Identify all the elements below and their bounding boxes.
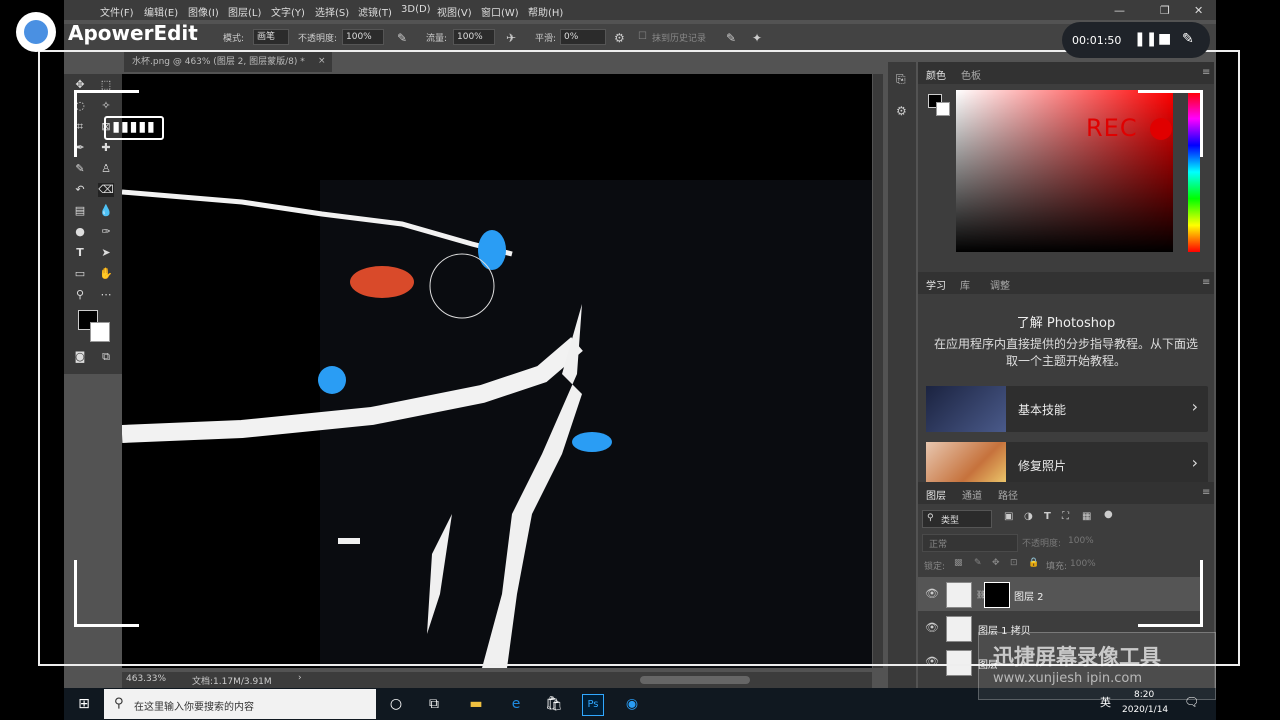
windows-start-icon[interactable]: ⊞ bbox=[74, 694, 94, 714]
pressure-size-icon[interactable]: ✎ bbox=[726, 31, 736, 45]
opacity-label: 不透明度: bbox=[298, 34, 338, 44]
horizontal-scrollbar[interactable] bbox=[640, 676, 750, 684]
menu-type[interactable]: 文字(Y) bbox=[271, 4, 305, 19]
task-view-icon[interactable]: ⧉ bbox=[424, 694, 444, 714]
smoothing-input[interactable]: 0% bbox=[560, 29, 606, 45]
menu-filter[interactable]: 滤镜(T) bbox=[358, 4, 392, 19]
watermark-title: 迅捷屏幕录像工具 bbox=[993, 645, 1161, 669]
taskbar-search-box[interactable]: ⚲ 在这里输入你要搜索的内容 bbox=[104, 689, 376, 719]
menu-file[interactable]: 文件(F) bbox=[100, 4, 134, 19]
status-bar: 463.33% 文档:1.17M/3.91M › bbox=[122, 672, 872, 688]
menu-bar: 文件(F) 编辑(E) 图像(I) 图层(L) 文字(Y) 选择(S) 滤镜(T… bbox=[64, 0, 1216, 20]
gear-icon[interactable]: ⚙ bbox=[614, 31, 625, 45]
capture-corner-bottom-left bbox=[74, 560, 139, 627]
clock-date[interactable]: 2020/1/14 bbox=[1122, 705, 1168, 715]
edge-browser-icon[interactable]: e bbox=[506, 694, 526, 714]
watermark-url: www.xunjiesh ipin.com bbox=[993, 671, 1142, 686]
airbrush-icon[interactable]: ✈ bbox=[506, 31, 516, 45]
flow-input[interactable]: 100% bbox=[453, 29, 495, 45]
status-arrow-icon[interactable]: › bbox=[298, 673, 302, 683]
document-info: 文档:1.17M/3.91M bbox=[192, 677, 272, 687]
apoweredit-watermark: ApowerEdit bbox=[68, 21, 198, 45]
menu-help[interactable]: 帮助(H) bbox=[528, 4, 563, 19]
menu-edit[interactable]: 编辑(E) bbox=[144, 4, 178, 19]
mode-label: 模式: bbox=[223, 34, 245, 44]
recorder-watermark: 迅捷屏幕录像工具 www.xunjiesh ipin.com bbox=[978, 632, 1216, 700]
recorder-control-bar: 00:01:50 ❚❚ ■ ✎ bbox=[1062, 22, 1210, 58]
restore-icon[interactable]: ❐ bbox=[1160, 4, 1170, 17]
search-icon: ⚲ bbox=[114, 696, 124, 711]
screen-recorder-taskbar-icon[interactable]: ◉ bbox=[622, 694, 642, 714]
recording-timer: 00:01:50 bbox=[1072, 34, 1122, 47]
menu-image[interactable]: 图像(I) bbox=[188, 4, 219, 19]
menu-view[interactable]: 视图(V) bbox=[437, 4, 472, 19]
rec-indicator-dot bbox=[1150, 118, 1172, 140]
erase-to-history-label: 抹到历史记录 bbox=[652, 34, 707, 44]
menu-3d[interactable]: 3D(D) bbox=[401, 4, 431, 15]
recording-area-frame bbox=[38, 50, 1240, 666]
rec-label: REC bbox=[1086, 114, 1138, 142]
pressure-opacity-icon[interactable]: ✎ bbox=[397, 31, 407, 45]
battery-icon: ▮▮▮▮▮ bbox=[104, 116, 164, 140]
cortana-icon[interactable]: ○ bbox=[386, 694, 406, 714]
menu-window[interactable]: 窗口(W) bbox=[481, 4, 519, 19]
mode-select[interactable]: 画笔 bbox=[253, 29, 289, 45]
search-placeholder: 在这里输入你要搜索的内容 bbox=[134, 702, 254, 713]
symmetry-icon[interactable]: ✦ bbox=[752, 31, 762, 45]
zoom-level[interactable]: 463.33% bbox=[126, 674, 166, 684]
flow-label: 流量: bbox=[426, 34, 448, 44]
pause-icon[interactable]: ❚❚ bbox=[1134, 31, 1157, 47]
photoshop-taskbar-icon[interactable]: Ps bbox=[582, 694, 604, 716]
smoothing-label: 平滑: bbox=[535, 34, 557, 44]
menu-select[interactable]: 选择(S) bbox=[315, 4, 349, 19]
opacity-input[interactable]: 100% bbox=[342, 29, 384, 45]
close-icon[interactable]: ✕ bbox=[1194, 4, 1203, 17]
apoweredit-logo-icon bbox=[16, 12, 56, 52]
stop-icon[interactable]: ■ bbox=[1158, 31, 1171, 47]
minimize-icon[interactable]: — bbox=[1114, 4, 1125, 17]
menu-layer[interactable]: 图层(L) bbox=[228, 4, 261, 19]
store-icon[interactable]: 🛍 bbox=[544, 694, 564, 714]
file-explorer-icon[interactable]: ▬ bbox=[466, 694, 486, 714]
capture-corner-bottom-right bbox=[1138, 560, 1203, 627]
history-checkbox[interactable]: ☐ bbox=[638, 31, 647, 42]
options-bar: 模式: 画笔 不透明度: 100% ✎ 流量: 100% ✈ 平滑: 0% ⚙ … bbox=[64, 24, 1216, 50]
annotate-pen-icon[interactable]: ✎ bbox=[1182, 31, 1194, 47]
